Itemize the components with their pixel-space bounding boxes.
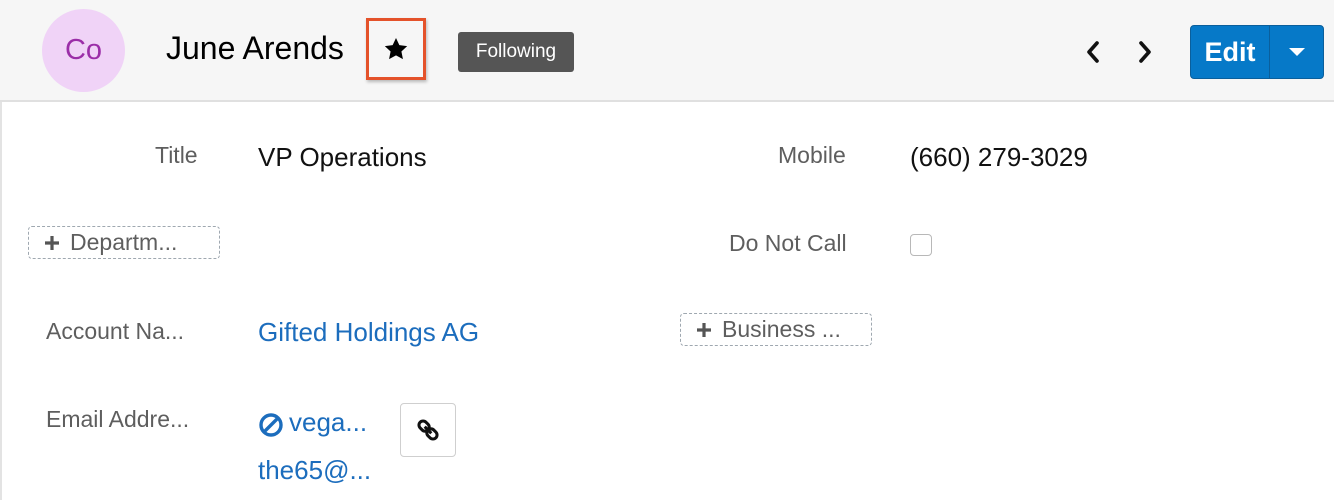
- plus-icon: [695, 321, 713, 339]
- account-name-link[interactable]: Gifted Holdings AG: [258, 317, 479, 348]
- previous-record-button[interactable]: [1083, 40, 1103, 64]
- do-not-call-checkbox[interactable]: [910, 234, 932, 256]
- edit-button[interactable]: Edit: [1191, 26, 1270, 78]
- status-badge: Following: [458, 32, 574, 72]
- add-department-label: Departm...: [70, 229, 178, 255]
- email-address-label: Email Addre...: [46, 406, 190, 432]
- chevron-right-icon: [1139, 41, 1151, 63]
- title-label: Title: [155, 142, 198, 168]
- record-name: June Arends: [166, 30, 344, 66]
- add-department-button[interactable]: Departm...: [28, 226, 220, 259]
- content-border: [0, 102, 2, 500]
- opt-out-icon: [259, 413, 283, 437]
- account-name-label: Account Na...: [46, 318, 185, 344]
- mobile-label: Mobile: [778, 142, 846, 168]
- email-address-link-1[interactable]: vega...: [289, 407, 367, 438]
- plus-icon: [43, 234, 61, 252]
- caret-down-icon: [1288, 48, 1305, 56]
- mobile-value[interactable]: (660) 279-3029: [910, 142, 1088, 173]
- chevron-left-icon: [1087, 41, 1099, 63]
- add-business-center-label: Business ...: [722, 316, 841, 342]
- edit-dropdown-button[interactable]: [1270, 26, 1323, 78]
- add-business-center-button[interactable]: Business ...: [680, 313, 872, 346]
- record-header: Co June Arends Following Edit: [0, 0, 1334, 102]
- email-address-link-2[interactable]: the65@...: [258, 455, 371, 486]
- edit-button-group: Edit: [1190, 25, 1324, 79]
- link-icon: [417, 419, 439, 441]
- avatar[interactable]: Co: [42, 9, 125, 92]
- favorite-button[interactable]: [366, 18, 426, 80]
- title-value[interactable]: VP Operations: [258, 142, 427, 173]
- email-link-button[interactable]: [400, 403, 456, 457]
- star-icon: [384, 37, 408, 60]
- next-record-button[interactable]: [1135, 40, 1155, 64]
- do-not-call-label: Do Not Call: [729, 230, 847, 256]
